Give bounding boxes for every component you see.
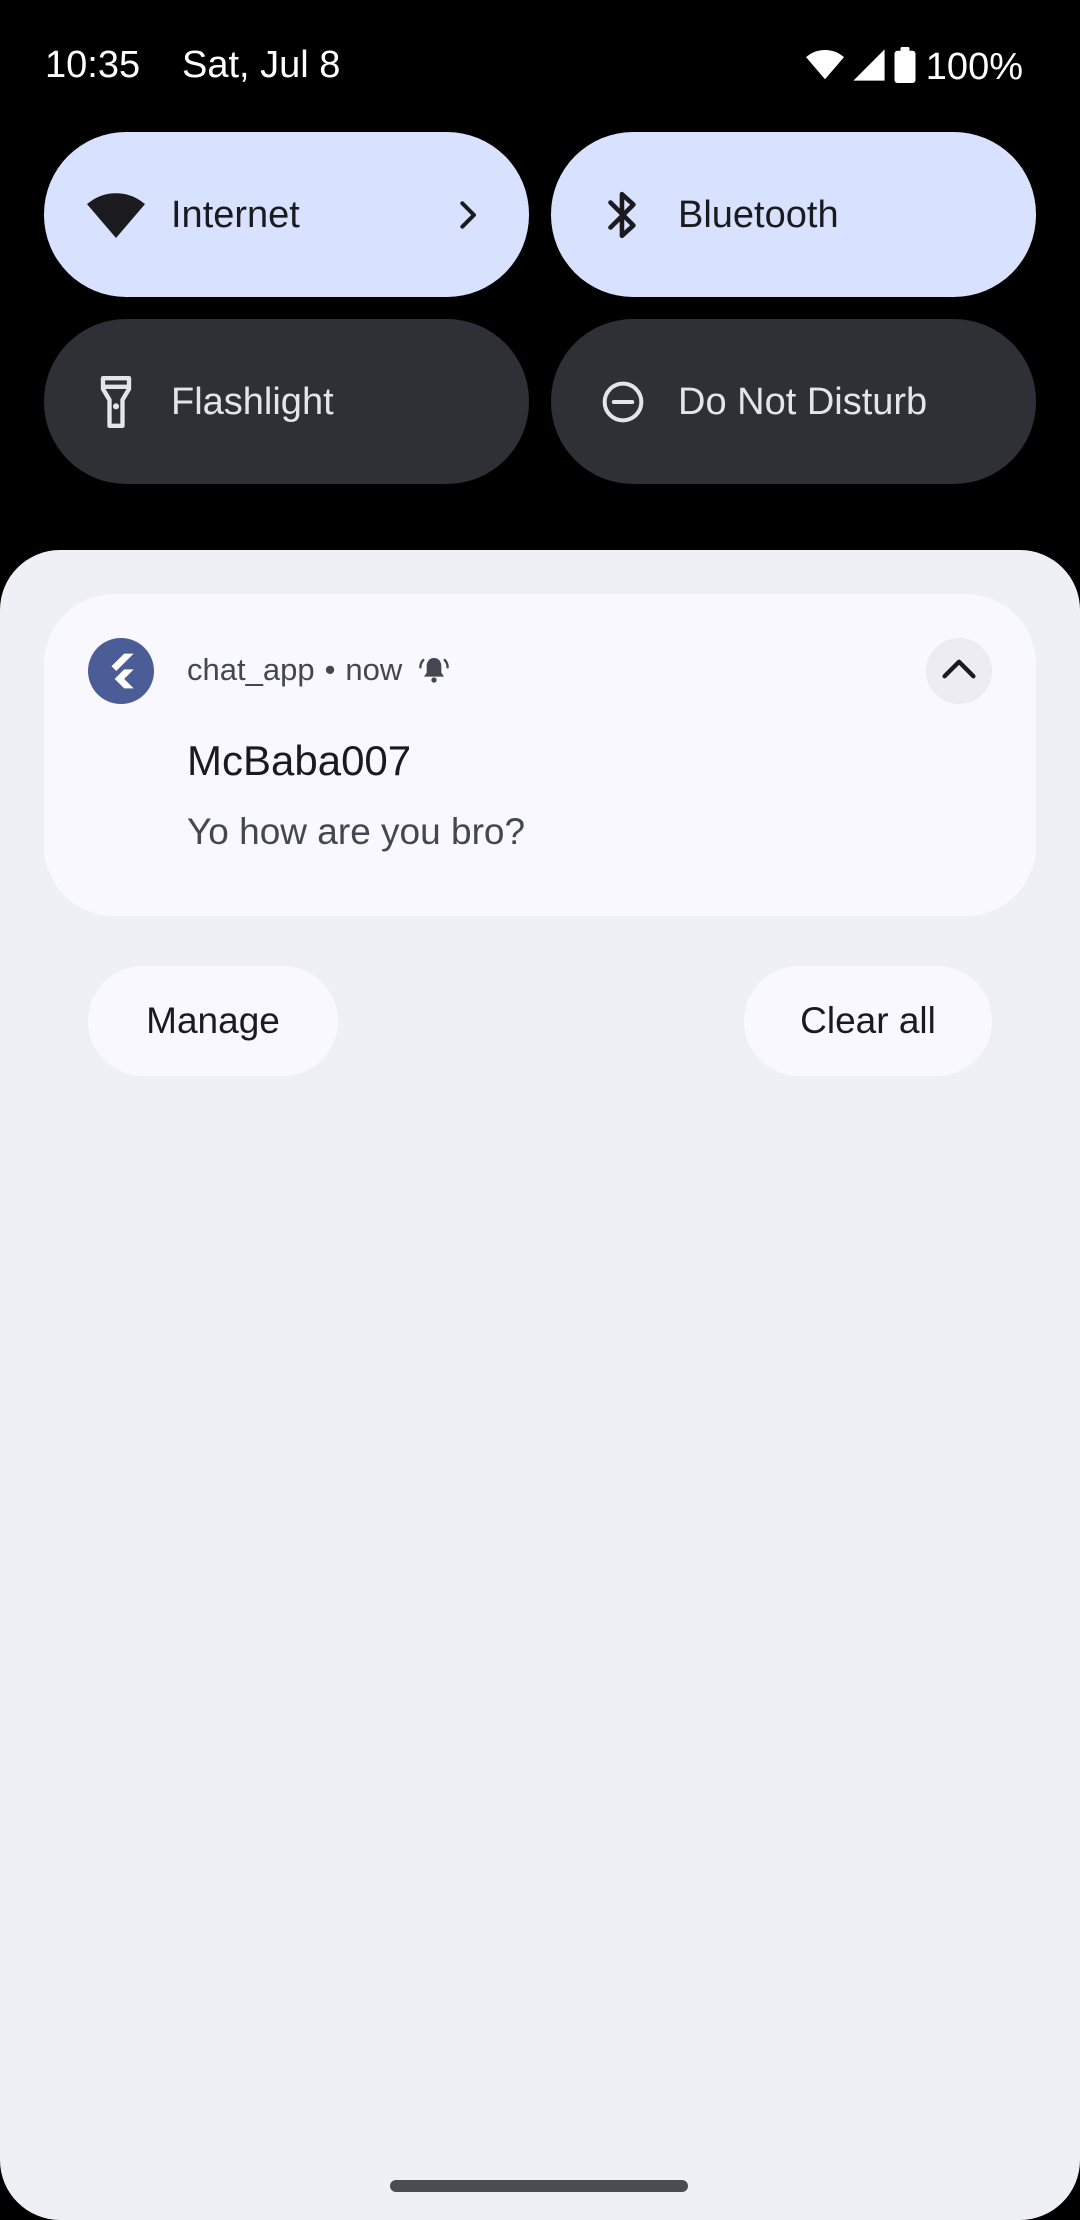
status-date: Sat, Jul 8	[182, 44, 341, 86]
tile-label: Internet	[171, 193, 300, 236]
status-time: 10:35	[45, 44, 141, 86]
tile-do-not-disturb[interactable]: Do Not Disturb	[551, 319, 1036, 484]
tile-internet[interactable]: Internet	[44, 132, 529, 297]
status-icons: 100%	[805, 44, 1023, 90]
battery-percent: 100%	[925, 46, 1023, 88]
notification-time: now	[345, 652, 403, 687]
manage-button[interactable]: Manage	[88, 966, 338, 1076]
do-not-disturb-icon	[593, 372, 653, 432]
status-bar: 10:35 Sat, Jul 8 100%	[0, 0, 1080, 130]
home-indicator[interactable]	[390, 2180, 688, 2192]
clear-all-button[interactable]: Clear all	[744, 966, 992, 1076]
tile-bluetooth[interactable]: Bluetooth	[551, 132, 1036, 297]
battery-icon	[894, 46, 916, 88]
collapse-notification-button[interactable]	[926, 638, 992, 704]
notification-card[interactable]: chat_app • now McBaba007 Yo how are you …	[44, 594, 1036, 916]
flutter-icon	[88, 638, 154, 704]
notification-text: Yo how are you bro?	[187, 811, 526, 852]
wifi-icon	[86, 185, 146, 245]
flashlight-icon	[86, 372, 146, 432]
chevron-right-icon[interactable]	[449, 195, 489, 235]
signal-icon	[852, 48, 886, 87]
wifi-icon	[805, 49, 844, 86]
tile-flashlight[interactable]: Flashlight	[44, 319, 529, 484]
bluetooth-icon	[593, 185, 653, 245]
chevron-up-icon	[941, 658, 977, 685]
bell-ringing-icon	[418, 654, 450, 686]
notification-app-name: chat_app	[187, 652, 315, 687]
tile-label: Do Not Disturb	[678, 380, 928, 423]
tile-label: Flashlight	[171, 380, 334, 423]
header-separator: •	[324, 652, 336, 687]
tile-label: Bluetooth	[678, 193, 839, 236]
notification-header: chat_app • now	[187, 650, 450, 690]
notification-title: McBaba007	[187, 737, 412, 784]
